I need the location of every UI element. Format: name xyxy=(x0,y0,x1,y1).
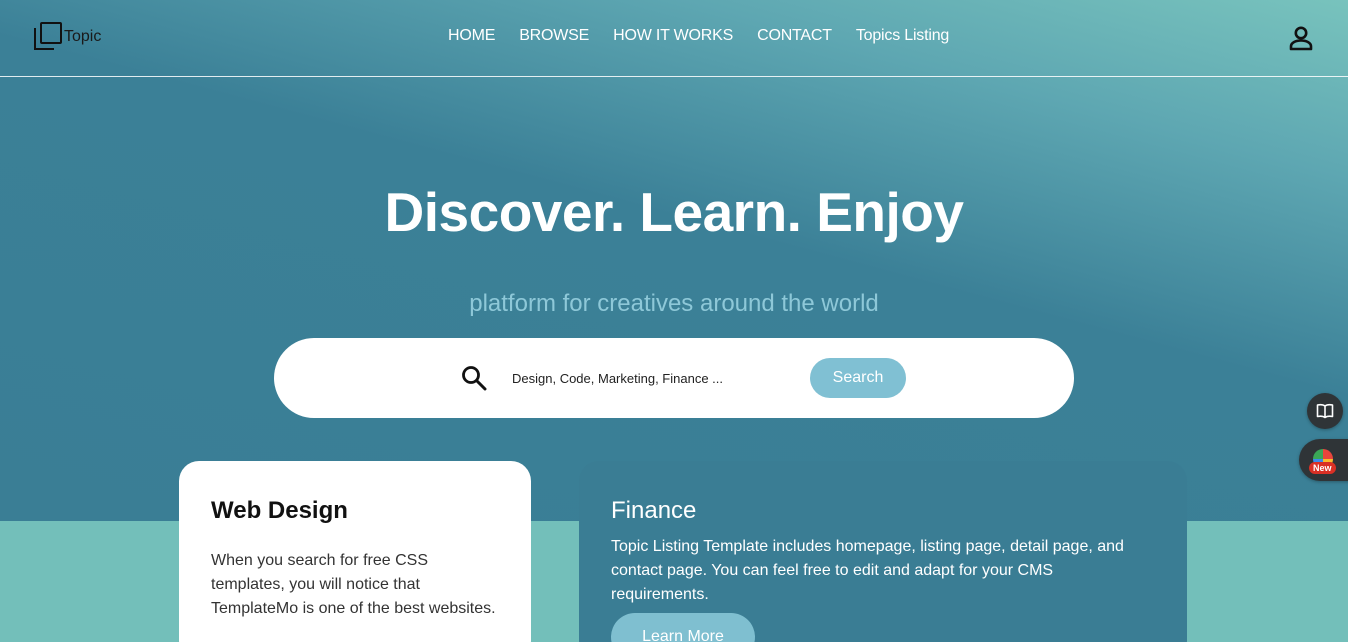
side-new-widget[interactable]: New xyxy=(1299,439,1348,481)
search-button[interactable]: Search xyxy=(810,358,906,398)
new-badge: New xyxy=(1309,462,1336,474)
nav-how-it-works[interactable]: HOW IT WORKS xyxy=(613,27,733,45)
brand-name: Topic xyxy=(64,28,102,45)
hero-section xyxy=(0,0,1348,521)
finance-card: Finance Topic Listing Template includes … xyxy=(579,461,1187,642)
search-input[interactable] xyxy=(512,366,772,390)
web-design-card[interactable]: Web Design When you search for free CSS … xyxy=(179,461,531,642)
stacked-squares-icon xyxy=(34,22,62,50)
main-nav: HOME BROWSE HOW IT WORKS CONTACT Topics … xyxy=(448,27,949,45)
finance-title: Finance xyxy=(611,497,697,524)
side-book-button[interactable] xyxy=(1307,393,1343,429)
hero-subline: platform for creatives around the world xyxy=(469,290,879,317)
web-design-text: When you search for free CSS templates, … xyxy=(211,552,496,617)
hero-headline: Discover. Learn. Enjoy xyxy=(384,181,964,243)
search-bar: Search xyxy=(274,338,1074,418)
user-icon[interactable] xyxy=(1288,25,1314,51)
navbar: Topic HOME BROWSE HOW IT WORKS CONTACT T… xyxy=(0,0,1348,77)
web-design-title: Web Design xyxy=(211,497,348,524)
learn-more-button[interactable]: Learn More xyxy=(611,613,755,642)
nav-browse[interactable]: BROWSE xyxy=(519,27,589,45)
book-icon xyxy=(1316,403,1334,419)
search-icon xyxy=(462,366,487,391)
nav-contact[interactable]: CONTACT xyxy=(757,27,832,45)
brand-logo[interactable]: Topic xyxy=(34,22,101,50)
nav-home[interactable]: HOME xyxy=(448,27,495,45)
finance-text: Topic Listing Template includes homepage… xyxy=(611,538,1124,603)
nav-topics-listing[interactable]: Topics Listing xyxy=(856,27,949,45)
